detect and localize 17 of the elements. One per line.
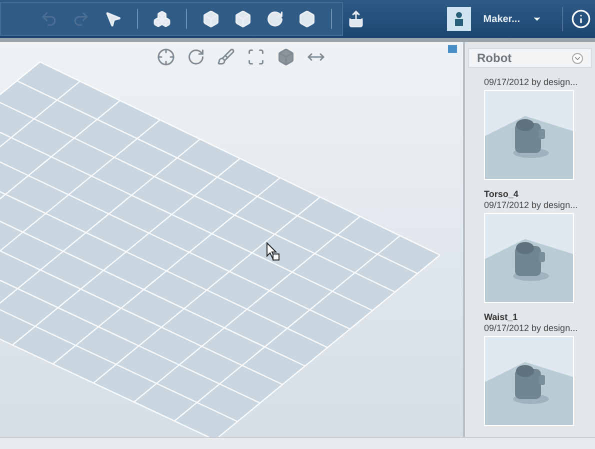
zoom-icon[interactable] [217,48,235,66]
model-date: 09/17/2012 by design... [484,77,579,88]
model-date: 09/17/2012 by design... [484,323,579,334]
panel-toggle-icon[interactable] [448,45,457,53]
avatar-icon[interactable] [447,7,472,31]
fit-icon[interactable] [247,48,265,66]
orbit-icon[interactable] [187,48,205,66]
model-name: Waist_1 [484,312,519,323]
cube-icon[interactable] [277,48,295,66]
dropdown-icon[interactable] [572,52,583,64]
info-icon[interactable] [571,9,591,29]
cursor-icon [266,242,280,262]
user-name[interactable]: Maker... [483,12,520,26]
panel-header[interactable]: Robot [468,48,592,68]
model-name: Torso_4 [484,189,520,200]
model-date: 09/17/2012 by design... [484,200,579,211]
pan-icon[interactable] [157,48,175,66]
